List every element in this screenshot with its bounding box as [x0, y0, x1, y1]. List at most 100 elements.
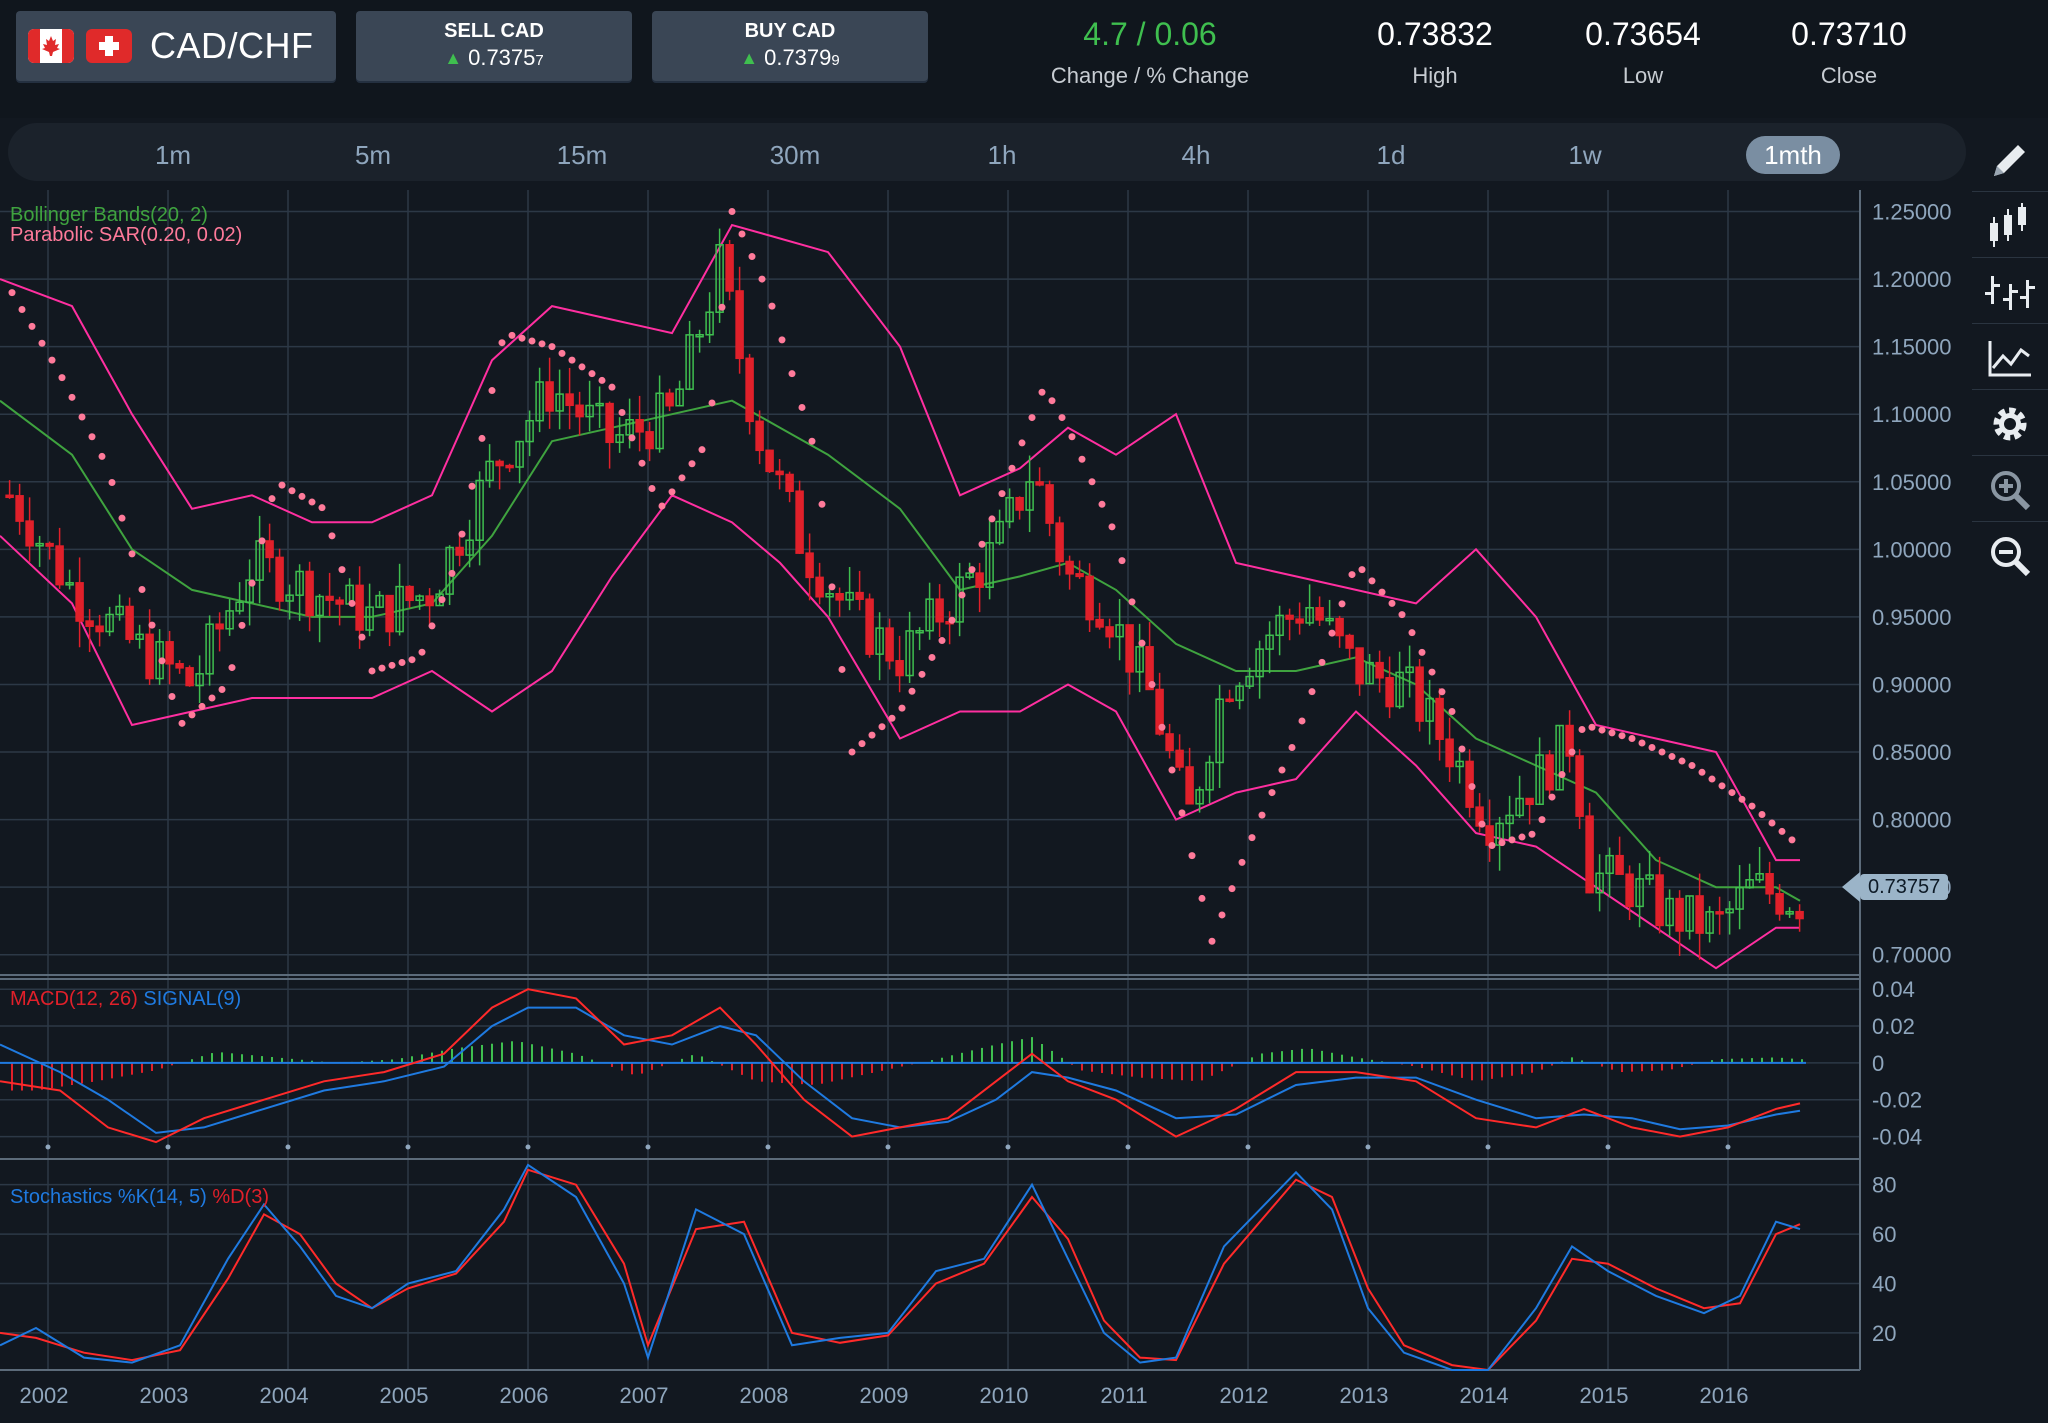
sar-dot — [688, 460, 696, 468]
sar-dot — [218, 686, 226, 694]
candle-down — [785, 473, 794, 492]
pencil-tool-button[interactable] — [1972, 128, 2048, 192]
candle-down — [1385, 677, 1394, 708]
macd-marker-dot — [645, 1144, 651, 1150]
candle-down — [1655, 874, 1664, 927]
sar-legend: Parabolic SAR(0.20, 0.02) — [10, 224, 243, 246]
sar-dot — [1558, 771, 1566, 779]
sar-dot — [1708, 775, 1716, 783]
candle-down — [865, 598, 874, 655]
candle-down — [495, 460, 504, 467]
macd-tick-label: -0.02 — [1872, 1088, 1922, 1113]
sar-dot — [1458, 745, 1466, 753]
sar-dot — [828, 583, 836, 591]
sar-dot — [718, 303, 726, 311]
candle-down — [1035, 481, 1044, 486]
sar-dot — [1598, 726, 1606, 734]
candle-down — [95, 625, 104, 633]
timeframe-4h[interactable]: 4h — [1149, 136, 1243, 174]
candle-down — [1715, 911, 1724, 915]
sar-dot — [918, 670, 926, 678]
x-tick-label: 2007 — [620, 1383, 669, 1408]
zoom-out-button[interactable] — [1972, 524, 2048, 588]
sell-button[interactable]: SELL CAD ▲ 0.73757 — [356, 11, 632, 81]
sar-dot — [188, 711, 196, 719]
sar-dot — [638, 459, 646, 467]
sar-dot — [1648, 744, 1656, 752]
x-tick-label: 2008 — [740, 1383, 789, 1408]
stochastics-tick-label: 60 — [1872, 1222, 1896, 1247]
sar-dot — [48, 356, 56, 364]
macd-tick-label: -0.04 — [1872, 1125, 1922, 1150]
bar-chart-tool-button[interactable] — [1972, 260, 2048, 324]
sar-dot — [728, 208, 736, 216]
sar-dot — [268, 495, 276, 503]
candle-down — [5, 494, 14, 499]
zoom-in-button[interactable] — [1972, 458, 2048, 522]
timeframe-30m[interactable]: 30m — [748, 136, 842, 174]
sar-dot — [528, 337, 536, 345]
timeframe-1d[interactable]: 1d — [1344, 136, 1438, 174]
candle-down — [215, 623, 224, 630]
sar-dot — [658, 502, 666, 510]
sar-dot — [1578, 726, 1586, 734]
buy-label: BUY CAD — [744, 20, 836, 42]
candle-down — [125, 605, 134, 640]
candle-down — [1045, 484, 1054, 524]
buy-button[interactable]: BUY CAD ▲ 0.73799 — [652, 11, 928, 81]
sar-dot — [128, 550, 136, 558]
line-chart-tool-button[interactable] — [1972, 326, 2048, 390]
timeframe-1m[interactable]: 1m — [126, 136, 220, 174]
sar-dot — [1688, 762, 1696, 770]
sar-dot — [748, 253, 756, 261]
stochastics-tick-label: 20 — [1872, 1321, 1896, 1346]
price-chart[interactable]: 2002 2003 2004 2005 2006 2007 2008 2009 2010 2011… — [0, 190, 1968, 1423]
candle-down — [185, 667, 194, 687]
sar-dot — [1038, 388, 1046, 396]
candle-down — [1765, 873, 1774, 895]
sar-dot — [1738, 795, 1746, 803]
timeframe-5m[interactable]: 5m — [326, 136, 420, 174]
sar-dot — [1388, 599, 1396, 607]
sar-dot — [578, 363, 586, 371]
timeframe-1w[interactable]: 1w — [1538, 136, 1632, 174]
sell-pip: 7 — [535, 52, 544, 69]
x-tick-label: 2016 — [1700, 1383, 1749, 1408]
candle-down — [1095, 618, 1104, 628]
candle-down — [565, 393, 574, 407]
candle-down — [385, 594, 394, 633]
x-tick-label: 2005 — [380, 1383, 429, 1408]
timeframe-bar: 1m 5m 15m 30m 1h 4h 1d 1w 1mth — [8, 123, 1966, 181]
sar-dot — [608, 383, 616, 391]
sar-dot — [1058, 414, 1066, 422]
candle-down — [1525, 797, 1534, 806]
timeframe-15m[interactable]: 15m — [535, 136, 629, 174]
sar-dot — [208, 694, 216, 702]
sar-dot — [978, 540, 986, 548]
sell-label: SELL CAD — [444, 20, 544, 42]
pair-selector[interactable]: CAD/CHF — [16, 11, 336, 81]
settings-button[interactable] — [1972, 392, 2048, 456]
stochastics-legend: Stochastics %K(14, 5) %D(3) — [10, 1186, 269, 1209]
sar-dot — [1428, 668, 1436, 676]
timeframe-1h[interactable]: 1h — [955, 136, 1049, 174]
candle-down — [425, 595, 434, 607]
timeframe-1mth[interactable]: 1mth — [1746, 136, 1840, 174]
sar-dot — [1138, 639, 1146, 647]
candle-down — [855, 591, 864, 600]
candle-down — [835, 593, 844, 601]
sar-dot — [1748, 802, 1756, 810]
triangle-up-icon: ▲ — [444, 47, 463, 68]
x-tick-label: 2002 — [20, 1383, 69, 1408]
stochastics-tick-label: 40 — [1872, 1272, 1896, 1297]
candle-down — [405, 585, 414, 602]
candlestick-tool-button[interactable] — [1972, 194, 2048, 258]
sar-dot — [598, 376, 606, 384]
candle-down — [1055, 522, 1064, 563]
sar-dot — [78, 413, 86, 421]
sar-dot — [1118, 557, 1126, 565]
sar-dot — [478, 434, 486, 442]
candle-down — [15, 495, 24, 522]
candle-down — [815, 576, 824, 598]
price-tick-label: 0.90000 — [1872, 672, 1952, 697]
